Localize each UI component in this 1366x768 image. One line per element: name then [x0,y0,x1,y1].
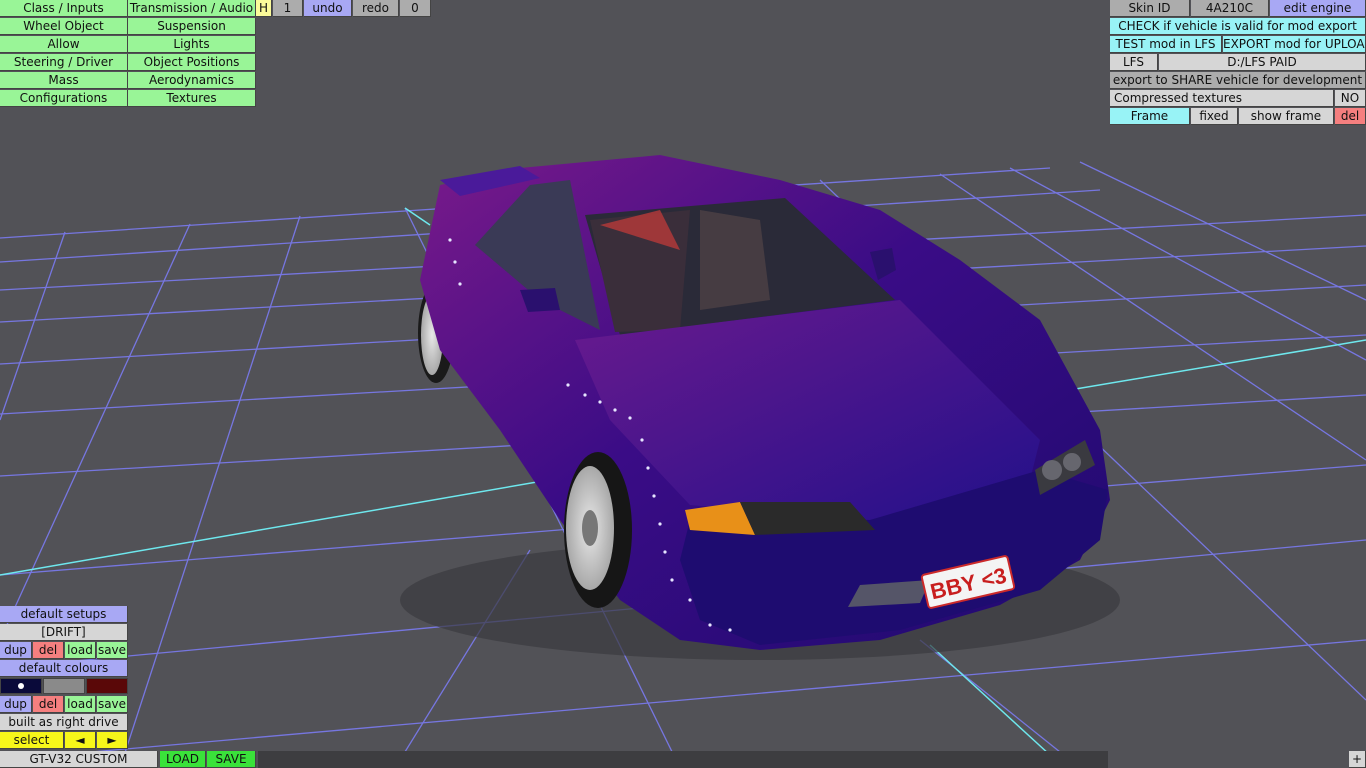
menu-configurations[interactable]: Configurations [0,90,128,107]
export-share-button[interactable]: export to SHARE vehicle for development [1110,72,1366,89]
frame-button[interactable]: Frame [1110,108,1190,125]
plus-icon[interactable]: + [1349,751,1366,768]
menu-lights[interactable]: Lights [128,36,256,53]
menu-mass[interactable]: Mass [0,72,128,89]
menu-wheel-object[interactable]: Wheel Object [0,18,128,35]
next-arrow-icon[interactable]: ► [97,732,128,749]
menu-class-inputs[interactable]: Class / Inputs [0,0,128,17]
setup-name[interactable]: [DRIFT] [0,624,128,641]
colour-swatch-3[interactable] [86,678,128,694]
colour-swatch-1[interactable] [0,678,42,694]
compressed-textures-toggle[interactable]: NO [1335,90,1366,107]
default-setups-label: default setups [0,606,128,623]
undo-button[interactable]: undo [304,0,352,17]
vehicle-name[interactable]: GT-V32 CUSTOM [0,751,158,768]
delete-frame-button[interactable]: del [1335,108,1366,125]
colour-save-button[interactable]: save [97,696,128,713]
show-frame-button[interactable]: show frame [1239,108,1334,125]
menu-suspension[interactable]: Suspension [128,18,256,35]
selected-dot-icon [18,683,24,689]
h-toggle-button[interactable]: H [256,0,272,17]
skin-id-value[interactable]: 4A210C [1191,0,1269,17]
compressed-textures-label: Compressed textures [1110,90,1334,107]
fixed-button[interactable]: fixed [1191,108,1238,125]
check-valid-button[interactable]: CHECK if vehicle is valid for mod export [1110,18,1366,35]
redo-button[interactable]: redo [353,0,399,17]
load-vehicle-button[interactable]: LOAD [160,751,206,768]
menu-aerodynamics[interactable]: Aerodynamics [128,72,256,89]
default-colours-label: default colours [0,660,128,677]
built-as-right-drive-toggle[interactable]: built as right drive [0,714,128,731]
colour-dup-button[interactable]: dup [0,696,32,713]
status-bar [258,751,1108,768]
setup-load-button[interactable]: load [65,642,96,659]
menu-transmission-audio[interactable]: Transmission / Audio [128,0,256,17]
select-button[interactable]: select [0,732,64,749]
prev-arrow-icon[interactable]: ◄ [65,732,96,749]
menu-steering-driver[interactable]: Steering / Driver [0,54,128,71]
export-mod-button[interactable]: EXPORT mod for UPLOAD [1223,36,1366,53]
menu-textures[interactable]: Textures [128,90,256,107]
colour-load-button[interactable]: load [65,696,96,713]
setup-save-button[interactable]: save [97,642,128,659]
menu-object-positions[interactable]: Object Positions [128,54,256,71]
colour-del-button[interactable]: del [33,696,64,713]
skin-id-label: Skin ID [1110,0,1190,17]
lfs-label: LFS [1110,54,1158,71]
setup-dup-button[interactable]: dup [0,642,32,659]
lfs-path[interactable]: D:/LFS PAID [1159,54,1366,71]
colour-swatch-2[interactable] [43,678,85,694]
menu-allow[interactable]: Allow [0,36,128,53]
setup-del-button[interactable]: del [33,642,64,659]
edit-engine-button[interactable]: edit engine [1270,0,1366,17]
undo-count: 1 [273,0,303,17]
test-mod-button[interactable]: TEST mod in LFS [1110,36,1222,53]
save-vehicle-button[interactable]: SAVE [207,751,256,768]
redo-count: 0 [400,0,431,17]
